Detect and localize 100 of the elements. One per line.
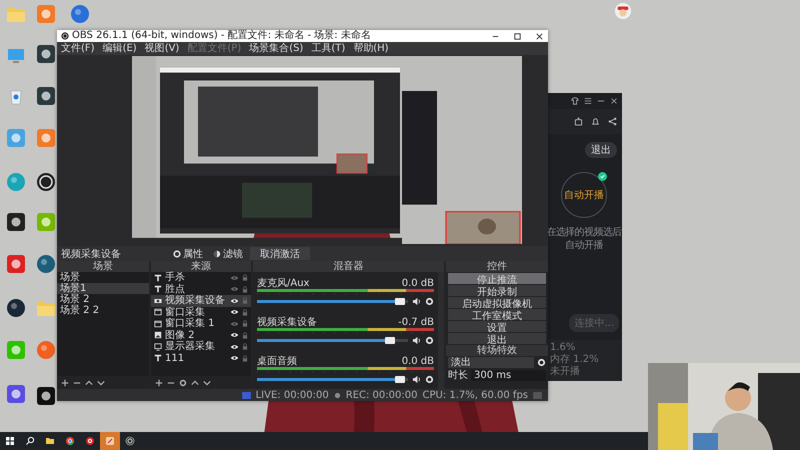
panel-title: 控件 <box>487 261 507 272</box>
lock-icon[interactable] <box>242 354 248 362</box>
speaker-icon[interactable] <box>412 374 421 384</box>
duration-field[interactable]: 300 ms <box>471 370 546 381</box>
music-app-icon <box>85 436 95 446</box>
shirt-icon[interactable] <box>571 97 579 105</box>
source-item[interactable]: 显示器采集 <box>151 341 251 352</box>
filters-button[interactable]: 滤镜 <box>210 247 246 260</box>
status-square-icon <box>533 392 542 398</box>
app-icon <box>105 436 115 446</box>
menu-item[interactable]: 场景集合(S) <box>249 42 304 54</box>
text-tool-icon <box>154 354 162 362</box>
eye-icon[interactable] <box>230 332 239 338</box>
menu-item[interactable]: 编辑(E) <box>102 42 137 54</box>
properties-button[interactable]: 属性 <box>170 247 206 260</box>
speaker-icon[interactable] <box>412 296 421 306</box>
scene-item[interactable]: 场景 <box>57 272 149 283</box>
record-timer: REC: 00:00:00 <box>346 390 418 400</box>
transition-dropdown[interactable]: 淡出 <box>448 357 534 368</box>
app-icon[interactable] <box>36 86 56 106</box>
lock-icon[interactable] <box>242 274 248 282</box>
maximize-icon[interactable] <box>513 32 522 40</box>
close-icon[interactable] <box>610 97 618 105</box>
lock-icon[interactable] <box>242 343 248 350</box>
scene-item[interactable]: 场景 2 2 <box>57 305 149 316</box>
deactivate-button[interactable]: 取消激活 <box>250 247 310 260</box>
source-item[interactable]: 111 <box>151 352 251 364</box>
menu-icon[interactable] <box>584 97 592 105</box>
windows-logo-icon <box>5 436 15 446</box>
control-button[interactable]: 退出 <box>448 333 546 344</box>
browser-icon <box>65 436 75 446</box>
filter-icon <box>213 250 221 258</box>
app-icon[interactable] <box>6 298 26 318</box>
channel-name: 麦克风/Aux <box>257 278 310 288</box>
gear-icon <box>173 250 181 258</box>
volume-slider[interactable] <box>257 378 408 380</box>
down-icon[interactable] <box>97 378 105 386</box>
eye-icon[interactable] <box>230 309 239 316</box>
lock-icon[interactable] <box>242 308 248 316</box>
bell-icon[interactable] <box>591 117 600 126</box>
source-item[interactable]: 窗口采集 1 <box>151 318 251 330</box>
obs-icon <box>125 436 135 446</box>
status-text: 1.6% <box>550 342 576 354</box>
obs-icon <box>61 32 69 40</box>
search-icon <box>25 436 35 446</box>
close-icon[interactable] <box>535 32 544 40</box>
app-icon[interactable] <box>36 44 56 64</box>
speaker-icon[interactable] <box>412 336 421 344</box>
live-timer: LIVE: 00:00:00 <box>256 390 329 400</box>
window-icon <box>154 320 162 328</box>
eye-icon[interactable] <box>230 298 239 304</box>
source-item[interactable]: 手杀 <box>151 272 251 284</box>
status-text: 内存 1.2% <box>550 354 599 366</box>
up-icon[interactable] <box>191 378 199 386</box>
source-item[interactable]: 窗口采集 <box>151 306 251 318</box>
volume-reading: -0.7 dB <box>398 316 434 328</box>
channel-name: 桌面音频 <box>257 356 297 366</box>
volume-reading: 0.0 dB <box>402 278 434 288</box>
scene-item[interactable]: 场景 2 <box>57 294 149 305</box>
source-item[interactable]: 视频采集设备 <box>151 295 251 306</box>
source-name: 视频采集设备 <box>61 248 122 260</box>
source-item[interactable]: 图像 2 <box>151 330 251 341</box>
source-item[interactable]: 胜点 <box>151 284 251 295</box>
obs-icon[interactable] <box>36 172 56 192</box>
settings-icon[interactable] <box>179 378 187 386</box>
control-button[interactable]: 停止推流 <box>448 273 546 284</box>
panel-title: 混音器 <box>334 261 364 272</box>
folder-icon <box>45 436 55 446</box>
up-icon[interactable] <box>85 378 93 386</box>
menu-item[interactable]: 视图(V) <box>144 42 180 54</box>
share-icon[interactable] <box>608 117 617 126</box>
eye-icon[interactable] <box>230 355 239 362</box>
cpu-fps-text: CPU: 1.7%, 60.00 fps <box>422 390 528 400</box>
scene-item[interactable]: 场景1 <box>57 283 149 294</box>
menu-item[interactable]: 帮助(H) <box>353 42 389 54</box>
plus-icon[interactable] <box>155 378 163 386</box>
lock-icon[interactable] <box>242 286 248 293</box>
panel-title: 来源 <box>191 261 211 272</box>
control-button[interactable]: 开始录制 <box>448 285 546 296</box>
eye-icon[interactable] <box>230 344 239 350</box>
down-icon[interactable] <box>203 378 211 386</box>
app-icon[interactable] <box>6 212 26 232</box>
control-button[interactable]: 设置 <box>448 321 546 332</box>
robot-icon[interactable] <box>574 117 583 126</box>
plus-icon[interactable] <box>61 378 69 386</box>
app-icon[interactable] <box>36 386 56 406</box>
auto-start-button[interactable]: 自动开播 <box>561 172 607 218</box>
lock-icon[interactable] <box>242 320 248 328</box>
record-dot-icon <box>334 392 341 398</box>
logout-button[interactable]: 退出 <box>585 142 617 158</box>
menu-item[interactable]: 文件(F) <box>61 42 95 54</box>
volume-slider[interactable] <box>257 300 408 302</box>
camera-icon <box>154 296 162 305</box>
menu-item[interactable]: 工具(T) <box>311 42 346 54</box>
control-button[interactable]: 启动虚拟摄像机 <box>448 297 546 308</box>
hint-text: 自动开播 <box>565 239 603 252</box>
lock-icon[interactable] <box>242 332 248 339</box>
channel-name: 视频采集设备 <box>257 316 317 328</box>
volume-slider[interactable] <box>257 338 408 342</box>
control-button[interactable]: 工作室模式 <box>448 309 546 320</box>
